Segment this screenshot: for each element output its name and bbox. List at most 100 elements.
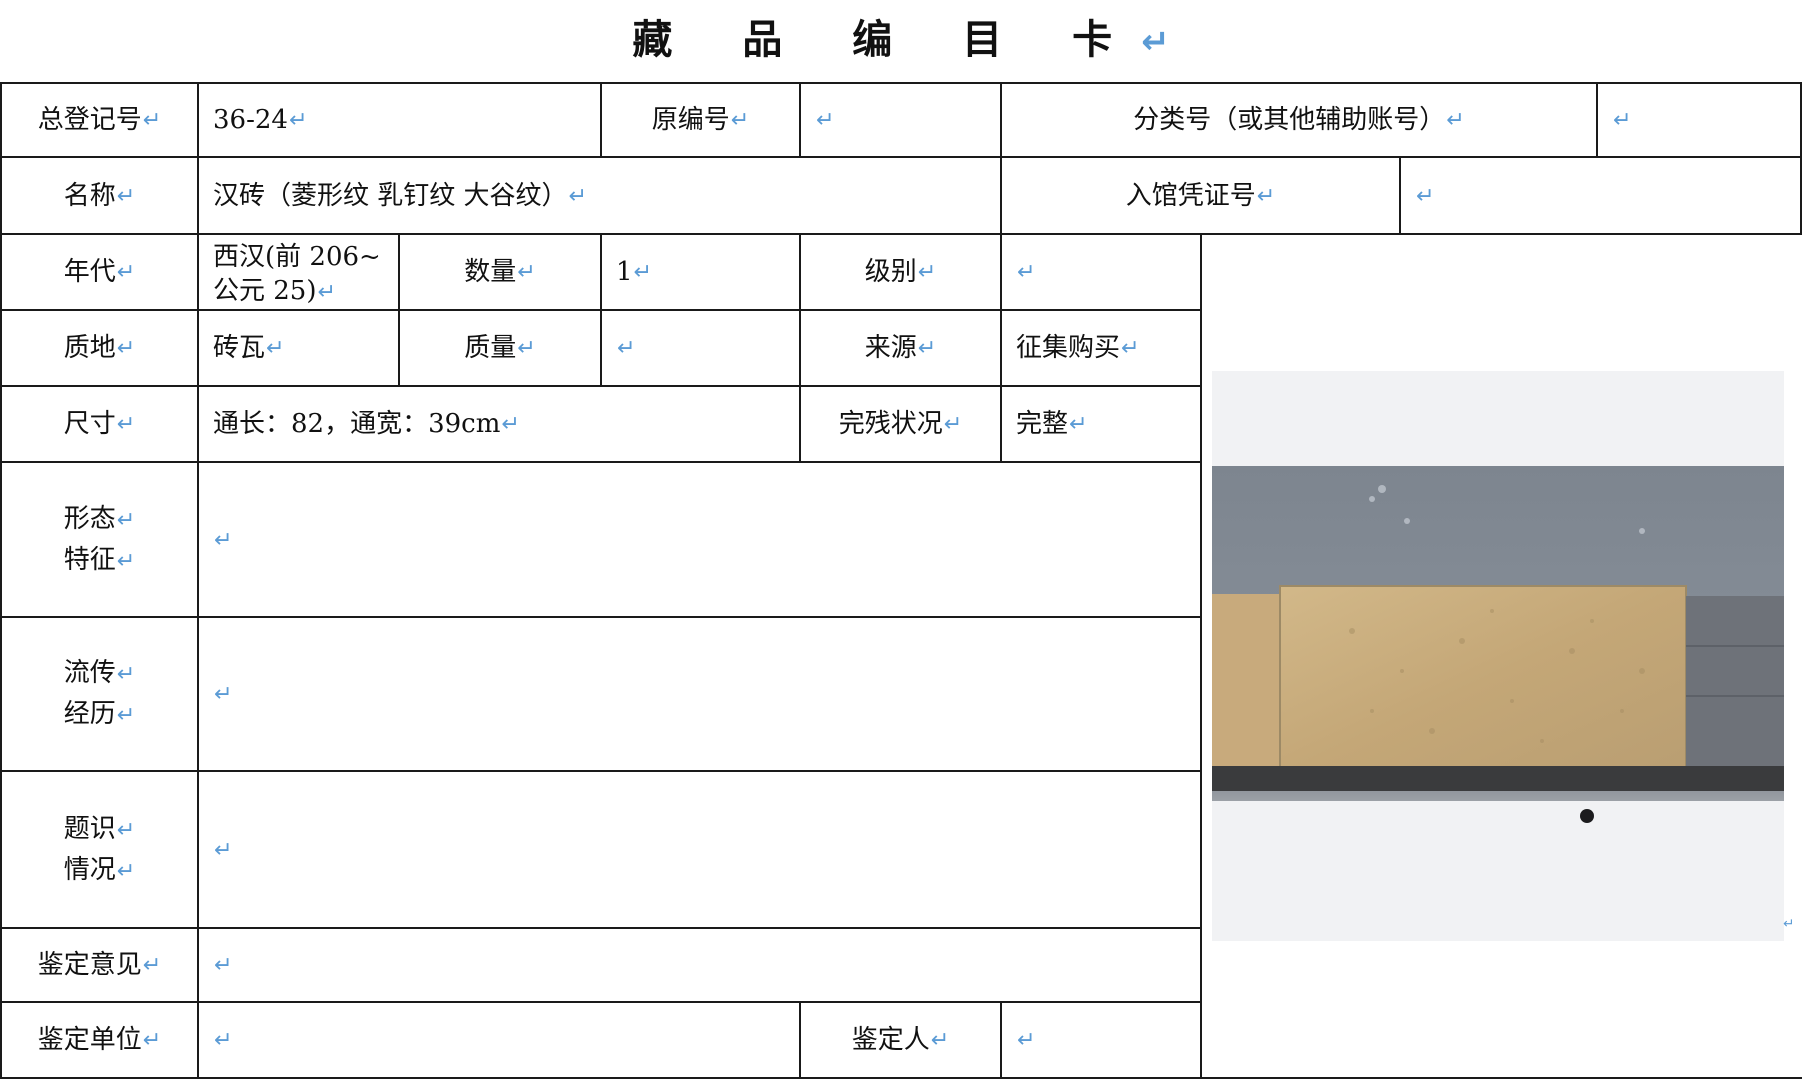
label-text: 鉴定意见 [37,950,142,980]
label-class-no: 分类号（或其他辅助账号） ↵ [1002,84,1596,156]
value-reg-no: 36-24 ↵ [199,84,600,156]
label-mass: 质量 ↵ [400,311,600,385]
return-mark: ↵ [142,1027,162,1053]
return-mark: ↵ [1017,259,1036,285]
label-text: 尺寸 [63,409,116,439]
label-text: 原编号 [651,105,730,135]
value-mass: ↵ [602,311,799,385]
return-mark: ↵ [116,661,136,687]
return-mark: ↵ [214,836,233,863]
return-mark: ↵ [1069,411,1088,437]
return-mark: ↵ [816,107,835,133]
value-text: 1 [616,257,633,287]
return-mark: ↵ [116,182,136,209]
left-brick [1212,594,1282,774]
value-text: 完整 [1016,409,1069,439]
value-grade: ↵ [1002,235,1200,309]
value-history: ↵ [199,618,1200,770]
return-mark: ↵ [214,681,233,707]
label-text: 数量 [464,257,517,287]
label-orig-no: 原编号 ↵ [602,84,799,156]
brick-photo-image [1212,466,1784,823]
value-era: 西汉(前 206~ 公元 25)↵ [199,235,398,309]
wooden-shelf [1212,766,1784,791]
label-history: 流传↵ 经历↵ [2,618,197,770]
return-mark: ↵ [917,335,937,361]
label-text: 题识 [63,813,116,844]
label-text: 分类号（或其他辅助账号） [1133,105,1446,135]
return-mark: ↵ [1017,1027,1036,1053]
label-text: 情况 [63,854,116,885]
value-name: 汉砖（菱形纹 乳钉纹 大谷纹） ↵ [199,158,1000,233]
value-source: 征集购买 ↵ [1002,311,1200,385]
label-text: 总登记号 [37,105,142,135]
return-mark: ↵ [1613,107,1632,133]
return-mark: ↵ [116,857,136,884]
value-appraisal-unit: ↵ [199,1003,799,1077]
return-mark: ↵ [1446,107,1465,133]
label-text: 鉴定人 [851,1025,930,1055]
return-mark: ↵ [1256,182,1276,209]
label-text: 经历 [63,699,116,729]
value-class-no: ↵ [1598,84,1800,156]
label-quantity: 数量 ↵ [400,235,600,309]
label-material: 质地 ↵ [2,311,197,385]
label-text: 流传 [63,658,116,688]
return-mark: ↵ [214,952,233,978]
card-title: 藏 品 编 目 卡↵ [0,12,1802,68]
return-mark: ↵ [1783,916,1795,932]
value-quantity: 1 ↵ [602,235,799,309]
value-appraisal-opinion: ↵ [199,929,1200,1001]
label-name: 名称 ↵ [2,158,197,233]
return-mark: ↵ [517,259,536,285]
value-size: 通长：82，通宽：39cm ↵ [199,387,799,461]
label-appraisal-opinion: 鉴定意见 ↵ [2,929,197,1001]
label-reg-no: 总登记号 ↵ [2,84,197,156]
label-text: 质地 [63,333,116,363]
value-text: 36-24 [213,105,288,135]
return-mark: ↵ [116,259,136,285]
return-mark: ↵ [116,335,136,361]
return-mark: ↵ [116,816,136,843]
return-mark: ↵ [943,411,963,437]
value-text: 征集购买 [1016,333,1121,363]
label-text: 鉴定单位 [37,1025,142,1055]
label-text: 入馆凭证号 [1125,180,1256,211]
right-brick [1686,596,1784,774]
return-mark: ↵ [930,1027,950,1053]
dark-spot [1580,809,1594,823]
value-inscription: ↵ [199,772,1200,927]
return-mark: ↵ [214,1027,233,1053]
return-mark: ↵ [116,411,136,437]
value-text: 汉砖（菱形纹 乳钉纹 大谷纹） [213,180,568,211]
return-mark: ↵ [1121,335,1140,361]
value-condition: 完整 ↵ [1002,387,1200,461]
value-form: ↵ [199,463,1200,616]
return-mark: ↵ [142,952,162,978]
artifact-photo [1212,371,1784,941]
value-text: 砖瓦 [213,333,266,363]
value-orig-no: ↵ [801,84,1000,156]
label-entry-voucher: 入馆凭证号 ↵ [1002,158,1399,233]
label-text: 名称 [63,180,116,211]
label-text: 级别 [864,257,917,287]
label-size: 尺寸 ↵ [2,387,197,461]
return-mark: ↵ [501,411,520,437]
return-mark: ↵ [1416,182,1435,209]
label-text: 年代 [63,257,116,287]
return-mark: ↵ [266,335,285,361]
return-mark: ↵ [288,107,308,133]
value-entry-voucher: ↵ [1401,158,1800,233]
label-appraiser: 鉴定人 ↵ [801,1003,1000,1077]
return-mark: ↵ [617,335,636,361]
label-appraisal-unit: 鉴定单位 ↵ [2,1003,197,1077]
label-source: 来源 ↵ [801,311,1000,385]
label-text: 来源 [864,333,917,363]
label-text: 特征 [63,544,116,575]
return-mark: ↵ [568,182,588,209]
return-mark: ↵ [1141,22,1170,62]
value-text: 通长：82，通宽：39cm [213,409,501,439]
value-appraiser: ↵ [1002,1003,1200,1077]
label-text: 质量 [464,333,517,363]
label-condition: 完残状况 ↵ [801,387,1000,461]
